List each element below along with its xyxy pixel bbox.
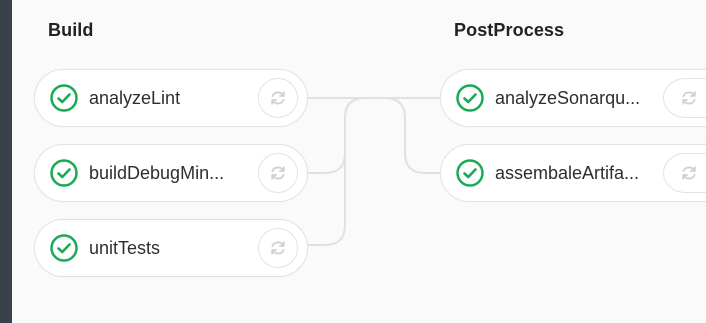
job-analyzelint: analyzeLint [34,69,308,127]
retry-icon [271,241,285,255]
job-assembaleartifact: assembaleArtifa... [440,144,706,202]
job-builddebugmin: buildDebugMin... [34,144,308,202]
check-circle-icon [50,234,78,262]
retry-button[interactable] [663,153,706,193]
job-link[interactable]: analyzeSonarqu... [441,70,640,126]
job-link[interactable]: buildDebugMin... [35,145,224,201]
retry-button[interactable] [258,228,298,268]
left-sidebar-rail [0,0,12,323]
job-unittests: unitTests [34,219,308,277]
check-circle-icon [456,159,484,187]
connector-assembale [384,97,440,174]
retry-icon [271,91,285,105]
check-circle-icon [456,84,484,112]
retry-icon [681,91,696,105]
connector-unittests [307,97,366,246]
retry-button[interactable] [258,78,298,118]
retry-icon [271,166,285,180]
job-name: analyzeSonarqu... [495,87,641,108]
job-link[interactable]: assembaleArtifa... [441,145,639,201]
job-name: unitTests [89,237,161,258]
connector-builddebug [307,97,366,174]
retry-icon [681,166,696,180]
retry-button[interactable] [663,78,706,118]
job-name: assembaleArtifa... [495,162,640,183]
job-link[interactable]: unitTests [35,220,160,276]
stage-title-build: Build [48,20,94,40]
check-circle-icon [50,159,78,187]
check-circle-icon [50,84,78,112]
stage-title-postprocess: PostProcess [454,20,565,40]
job-name: buildDebugMin... [89,162,225,183]
job-analyzesonarqube: analyzeSonarqu... [440,69,706,127]
retry-button[interactable] [258,153,298,193]
job-name: analyzeLint [89,87,181,108]
job-link[interactable]: analyzeLint [35,70,180,126]
